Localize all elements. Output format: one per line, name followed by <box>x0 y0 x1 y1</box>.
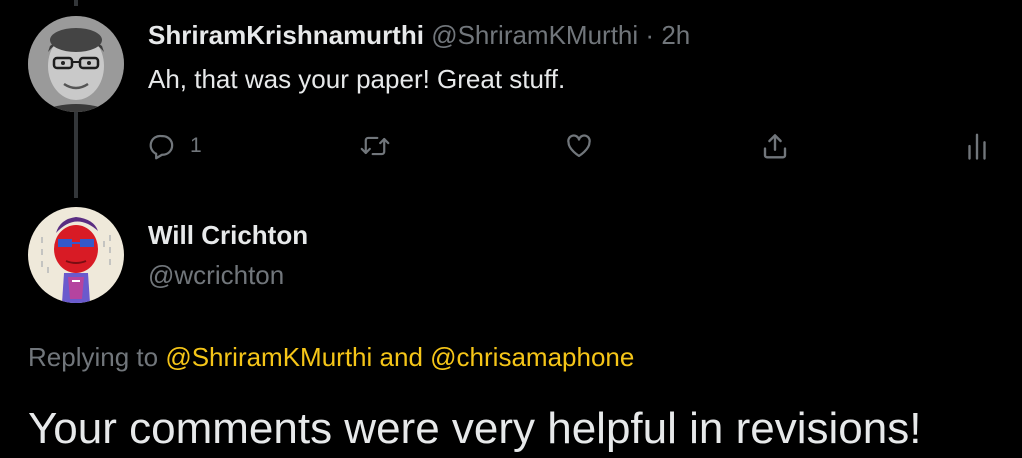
mention-link-chrisamaphone[interactable]: @chrisamaphone <box>430 342 634 372</box>
tweet2-handle[interactable]: @wcrichton <box>148 258 284 292</box>
retweet-icon <box>360 132 390 160</box>
avatar-photo <box>28 16 124 112</box>
replying-to-line: Replying to @ShriramKMurthi and @chrisam… <box>28 340 634 374</box>
avatar-drawing <box>28 207 124 303</box>
avatar-shriram[interactable] <box>28 16 124 112</box>
reply-count: 1 <box>190 134 202 157</box>
reply-button[interactable]: 1 <box>148 126 202 166</box>
analytics-button[interactable] <box>964 126 990 166</box>
replying-conjunction: and <box>379 342 423 372</box>
reply-icon <box>148 132 176 160</box>
tweet1-action-bar: 1 <box>148 126 998 166</box>
heart-icon <box>564 132 594 160</box>
mention-link-shriram[interactable]: @ShriramKMurthi <box>165 342 372 372</box>
thread-connector <box>74 112 78 198</box>
analytics-icon <box>964 131 990 161</box>
avatar-will[interactable] <box>28 207 124 303</box>
tweet1-header: ShriramKrishnamurthi @ShriramKMurthi · 2… <box>148 18 690 52</box>
thread-connector-top <box>74 0 78 6</box>
replying-to-label: Replying to <box>28 342 159 372</box>
like-button[interactable] <box>564 126 594 166</box>
tweet1-timestamp[interactable]: 2h <box>661 20 690 50</box>
tweet2-display-name[interactable]: Will Crichton <box>148 218 308 252</box>
tweet2-text: Your comments were very helpful in revis… <box>28 404 922 453</box>
tweet1-display-name[interactable]: ShriramKrishnamurthi <box>148 20 424 50</box>
tweet1-text: Ah, that was your paper! Great stuff. <box>148 64 566 94</box>
retweet-button[interactable] <box>360 126 390 166</box>
tweet1-handle[interactable]: @ShriramKMurthi <box>431 20 638 50</box>
share-button[interactable] <box>760 126 790 166</box>
share-icon <box>760 131 790 161</box>
tweet1-separator: · <box>645 20 655 50</box>
